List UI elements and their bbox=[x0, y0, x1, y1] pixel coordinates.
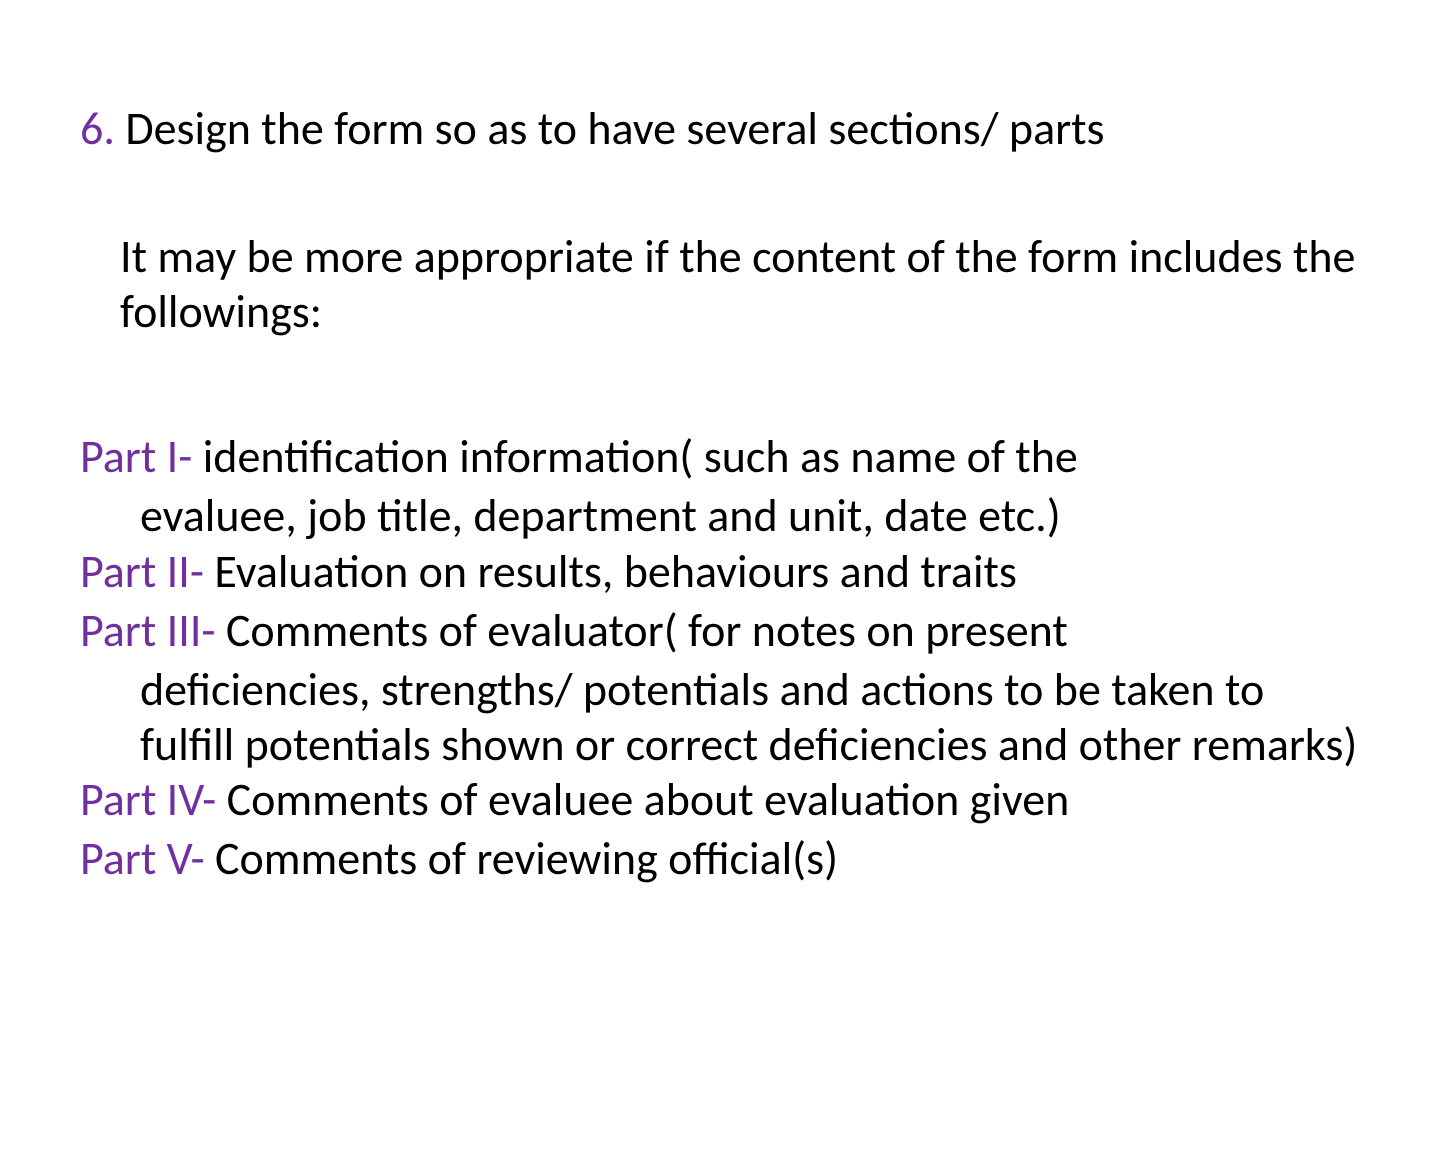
part-label: Part III- bbox=[80, 603, 226, 659]
part-label: Part II- bbox=[80, 544, 214, 600]
slide-title: 6. Design the form so as to have several… bbox=[80, 100, 1360, 160]
part-description: Comments of evaluee about evaluation giv… bbox=[227, 772, 1070, 828]
part-label: Part IV- bbox=[80, 772, 227, 828]
part-item-4: Part IV- Comments of evaluee about evalu… bbox=[80, 773, 1360, 828]
part-description: Evaluation on results, behaviours and tr… bbox=[214, 544, 1017, 600]
part-description: identification information( such as name… bbox=[203, 429, 1078, 485]
title-text: Design the form so as to have several se… bbox=[115, 101, 1105, 157]
part-item-3: Part III- Comments of evaluator( for not… bbox=[80, 604, 1360, 659]
parts-list: Part I- identification information( such… bbox=[80, 430, 1360, 888]
part-continuation: evaluee, job title, department and unit,… bbox=[140, 489, 1360, 544]
part-label: Part I- bbox=[80, 429, 203, 485]
part-description: Comments of evaluator( for notes on pres… bbox=[226, 603, 1068, 659]
title-number: 6. bbox=[80, 101, 115, 157]
part-description: Comments of reviewing official(s) bbox=[215, 831, 838, 887]
part-item-5: Part V- Comments of reviewing official(s… bbox=[80, 832, 1360, 887]
part-item-1: Part I- identification information( such… bbox=[80, 430, 1360, 485]
part-label: Part V- bbox=[80, 831, 215, 887]
part-item-2: Part II- Evaluation on results, behaviou… bbox=[80, 545, 1360, 600]
part-continuation: deficiencies, strengths/ potentials and … bbox=[140, 663, 1360, 773]
intro-paragraph: It may be more appropriate if the conten… bbox=[120, 230, 1360, 340]
